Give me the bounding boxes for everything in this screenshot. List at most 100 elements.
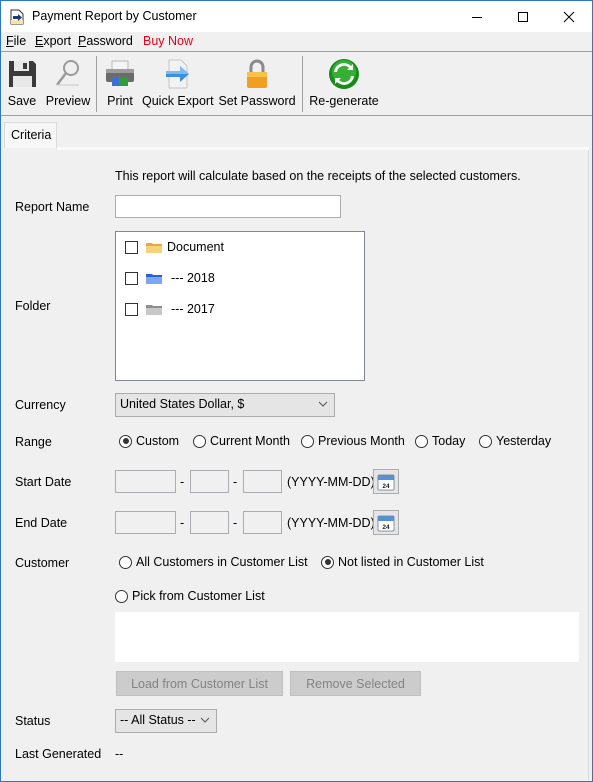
folder-yellow-icon bbox=[146, 243, 162, 253]
folder-checkbox[interactable] bbox=[125, 240, 138, 254]
regenerate-button[interactable]: Re-generate bbox=[308, 56, 380, 112]
range-option-today[interactable]: Today bbox=[415, 434, 465, 448]
range-option-previous-month[interactable]: Previous Month bbox=[301, 434, 405, 448]
toolbar: Save Preview Print Quick Export Set Pass… bbox=[1, 52, 592, 114]
floppy-disk-icon bbox=[9, 61, 36, 87]
load-from-customer-list-button[interactable]: Load from Customer List bbox=[116, 671, 283, 696]
folder-item-label: --- 2018 bbox=[171, 271, 215, 285]
menu-password[interactable]: Password bbox=[78, 34, 133, 48]
end-date-month-input[interactable] bbox=[190, 511, 229, 534]
customer-option-pick[interactable]: Pick from Customer List bbox=[115, 589, 265, 603]
folder-gray-icon bbox=[146, 305, 162, 315]
preview-label: Preview bbox=[45, 94, 91, 108]
folder-item[interactable]: --- 2018 bbox=[125, 269, 215, 287]
padlock-icon bbox=[247, 59, 267, 88]
radio-label: Not listed in Customer List bbox=[338, 555, 484, 569]
last-generated-value: -- bbox=[115, 747, 124, 761]
report-name-input[interactable] bbox=[115, 195, 341, 218]
toolbar-separator bbox=[302, 56, 303, 112]
radio-button[interactable] bbox=[415, 434, 428, 448]
preview-button[interactable]: Preview bbox=[44, 56, 92, 112]
radio-button[interactable] bbox=[193, 434, 206, 448]
start-date-calendar-button[interactable]: 24 bbox=[373, 469, 399, 494]
print-button[interactable]: Print bbox=[103, 56, 137, 112]
customer-label: Customer bbox=[15, 556, 70, 570]
quick-export-label: Quick Export bbox=[142, 94, 214, 108]
end-date-year-input[interactable] bbox=[115, 511, 176, 534]
close-button[interactable] bbox=[546, 1, 592, 32]
last-generated-label: Last Generated bbox=[15, 747, 102, 761]
magnifier-icon bbox=[56, 60, 79, 86]
range-label: Range bbox=[15, 435, 52, 449]
window-title: Payment Report by Customer bbox=[32, 9, 197, 23]
menu-buy-now[interactable]: Buy Now bbox=[143, 34, 193, 48]
chevron-down-icon bbox=[200, 717, 210, 723]
radio-button[interactable] bbox=[115, 589, 128, 603]
customer-list[interactable] bbox=[115, 612, 579, 662]
start-date-day-input[interactable] bbox=[243, 470, 282, 493]
minimize-button[interactable] bbox=[454, 1, 500, 32]
folder-checkbox[interactable] bbox=[125, 302, 138, 316]
start-date-year-input[interactable] bbox=[115, 470, 176, 493]
date-separator: - bbox=[233, 516, 238, 530]
folder-item[interactable]: --- 2017 bbox=[125, 300, 215, 318]
radio-label: Current Month bbox=[210, 434, 290, 448]
radio-label: Yesterday bbox=[496, 434, 552, 448]
report-window: Payment Report by Customer File Export P… bbox=[0, 0, 593, 782]
end-date-label: End Date bbox=[15, 516, 68, 530]
folder-item-label: Document bbox=[167, 240, 224, 254]
save-label: Save bbox=[7, 94, 37, 108]
currency-select[interactable]: United States Dollar, $ bbox=[115, 393, 335, 417]
regenerate-label: Re-generate bbox=[309, 94, 379, 108]
maximize-button[interactable] bbox=[500, 1, 546, 32]
remove-selected-button[interactable]: Remove Selected bbox=[290, 671, 421, 696]
date-format-hint: (YYYY-MM-DD) bbox=[287, 516, 375, 530]
radio-label: Custom bbox=[136, 434, 180, 448]
radio-button[interactable] bbox=[301, 434, 314, 448]
chevron-down-icon bbox=[318, 401, 328, 407]
tab-criteria[interactable]: Criteria bbox=[4, 122, 57, 148]
menu-file[interactable]: File bbox=[6, 34, 26, 48]
menu-export[interactable]: Export bbox=[35, 34, 71, 48]
toolbar-divider bbox=[1, 115, 592, 116]
folder-item-label: --- 2017 bbox=[171, 302, 215, 316]
folder-item[interactable]: Document bbox=[125, 238, 224, 256]
folder-label: Folder bbox=[15, 299, 51, 313]
menu-export-rest: xport bbox=[43, 34, 72, 48]
end-date-day-input[interactable] bbox=[243, 511, 282, 534]
radio-button[interactable] bbox=[479, 434, 492, 448]
save-button[interactable]: Save bbox=[5, 56, 39, 112]
start-date-month-input[interactable] bbox=[190, 470, 229, 493]
panel-top-edge bbox=[57, 147, 589, 150]
status-value: -- All Status -- bbox=[120, 713, 196, 727]
calendar-icon: 24 bbox=[377, 474, 395, 490]
toolbar-separator bbox=[96, 56, 97, 112]
radio-button[interactable] bbox=[119, 434, 132, 448]
printer-icon bbox=[106, 60, 134, 86]
menu-password-rest: assword bbox=[86, 34, 133, 48]
radio-button[interactable] bbox=[321, 555, 334, 569]
folder-tree[interactable]: Document --- 2018 --- 2017 bbox=[115, 231, 365, 381]
set-password-label: Set Password bbox=[218, 94, 296, 108]
intro-text: This report will calculate based on the … bbox=[115, 169, 521, 183]
status-select[interactable]: -- All Status -- bbox=[115, 709, 217, 733]
export-arrow-icon bbox=[165, 59, 189, 89]
folder-checkbox[interactable] bbox=[125, 271, 138, 285]
range-option-current-month[interactable]: Current Month bbox=[193, 434, 290, 448]
calendar-day: 24 bbox=[382, 524, 390, 531]
status-label: Status bbox=[15, 714, 51, 728]
folder-blue-icon bbox=[146, 274, 162, 284]
title-bar: Payment Report by Customer bbox=[1, 1, 592, 32]
quick-export-button[interactable]: Quick Export bbox=[142, 56, 214, 112]
customer-option-not-listed[interactable]: Not listed in Customer List bbox=[321, 555, 484, 569]
calendar-icon: 24 bbox=[377, 515, 395, 531]
range-option-yesterday[interactable]: Yesterday bbox=[479, 434, 551, 448]
set-password-button[interactable]: Set Password bbox=[218, 56, 296, 112]
end-date-calendar-button[interactable]: 24 bbox=[373, 510, 399, 535]
range-option-custom[interactable]: Custom bbox=[119, 434, 179, 448]
close-icon bbox=[563, 11, 575, 22]
radio-button[interactable] bbox=[119, 555, 132, 569]
customer-option-all[interactable]: All Customers in Customer List bbox=[119, 555, 308, 569]
menu-file-accel: F bbox=[6, 34, 14, 48]
currency-label: Currency bbox=[15, 398, 66, 412]
